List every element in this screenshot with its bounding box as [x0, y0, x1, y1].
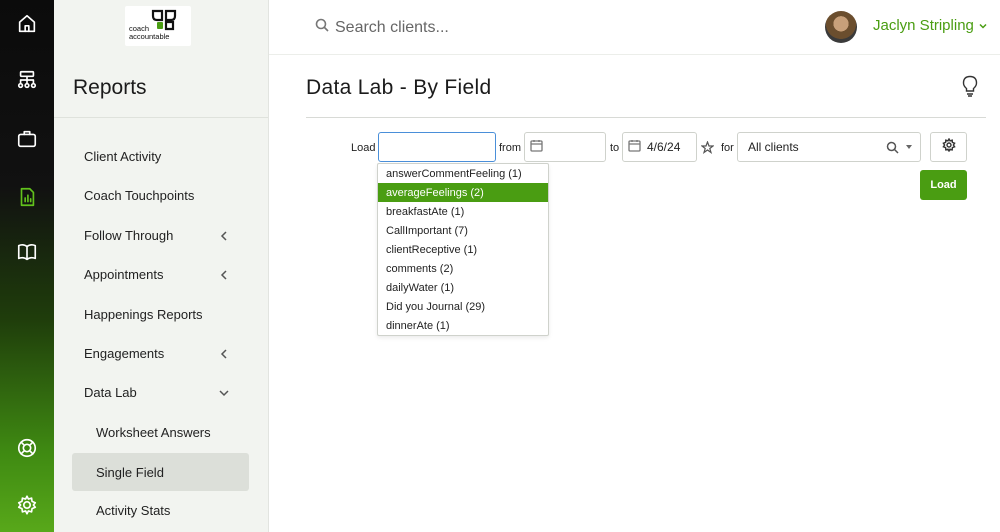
- sidebar-item-label: Engagements: [84, 345, 165, 361]
- sidebar-item-happenings-reports[interactable]: Happenings Reports: [54, 295, 268, 333]
- client-select[interactable]: All clients: [737, 132, 921, 162]
- calendar-icon: [628, 139, 641, 155]
- load-label: Load: [351, 142, 376, 154]
- lightbulb-icon[interactable]: [961, 75, 979, 97]
- sidebar-item-label: Coach Touchpoints: [84, 187, 195, 203]
- org-chart-icon[interactable]: [0, 62, 54, 98]
- reports-icon[interactable]: [0, 179, 54, 215]
- star-icon[interactable]: [697, 132, 717, 162]
- sidebar-item-label: Single Field: [96, 464, 164, 480]
- user-name: Jaclyn Stripling: [873, 17, 974, 34]
- search-icon: [886, 141, 899, 154]
- sidebar-item-client-activity[interactable]: Client Activity: [54, 137, 268, 175]
- chevron-down-icon: [219, 386, 229, 397]
- search-input[interactable]: Search clients...: [335, 19, 449, 37]
- briefcase-icon[interactable]: [0, 121, 54, 157]
- page-title: Data Lab - By Field: [306, 76, 492, 99]
- sidebar-item-label: Data Lab: [84, 384, 137, 400]
- sidebar-item-activity-stats[interactable]: Activity Stats: [54, 491, 268, 529]
- sidebar-item-label: Follow Through: [84, 227, 174, 243]
- dropdown-option[interactable]: dailyWater (1): [378, 278, 548, 297]
- sidebar-item-appointments[interactable]: Appointments: [54, 255, 268, 293]
- sidebar-item-worksheet-answers[interactable]: Worksheet Answers: [54, 413, 268, 451]
- dropdown-option-highlighted[interactable]: averageFeelings (2): [378, 183, 548, 202]
- divider: [54, 117, 268, 118]
- load-button[interactable]: Load: [920, 170, 967, 200]
- settings-gear-icon[interactable]: [0, 487, 54, 523]
- sidebar-item-follow-through[interactable]: Follow Through: [54, 216, 268, 254]
- sidebar-item-engagements[interactable]: Engagements: [54, 334, 268, 372]
- coach-accountable-logo[interactable]: coach accountable: [125, 6, 191, 46]
- icon-rail: [0, 0, 54, 532]
- dropdown-option[interactable]: CallImportant (7): [378, 221, 548, 240]
- caret-down-icon: [906, 145, 912, 149]
- sidebar-item-label: Worksheet Answers: [96, 424, 211, 440]
- dropdown-option[interactable]: comments (2): [378, 259, 548, 278]
- field-options-dropdown: answerCommentFeeling (1) averageFeelings…: [377, 163, 549, 336]
- user-menu[interactable]: Jaclyn Stripling: [873, 17, 987, 34]
- sidebar-item-coach-touchpoints[interactable]: Coach Touchpoints: [54, 176, 268, 214]
- to-label: to: [610, 142, 620, 154]
- search-icon: [315, 18, 329, 37]
- sidebar-item-label: Activity Stats: [96, 502, 171, 518]
- for-label: for: [721, 142, 734, 154]
- chevron-left-icon: [219, 347, 229, 359]
- dropdown-option[interactable]: clientReceptive (1): [378, 240, 548, 259]
- from-label: from: [499, 142, 521, 154]
- chevron-down-icon: [979, 17, 987, 34]
- chevron-left-icon: [219, 268, 229, 280]
- from-date-field[interactable]: [524, 132, 606, 162]
- top-bar: Search clients... Jaclyn Stripling: [269, 0, 1000, 55]
- calendar-icon: [530, 139, 543, 155]
- to-date-field[interactable]: 4/6/24: [622, 132, 697, 162]
- reports-sidebar: coach accountable Reports Client Activity…: [54, 0, 269, 532]
- field-input[interactable]: [378, 132, 496, 162]
- dropdown-option[interactable]: dinnerAte (1): [378, 316, 548, 335]
- sidebar-title: Reports: [73, 76, 147, 99]
- sidebar-item-data-lab[interactable]: Data Lab: [54, 373, 268, 411]
- sidebar-item-label: Client Activity: [84, 148, 162, 164]
- divider: [306, 117, 986, 118]
- dropdown-option[interactable]: answerCommentFeeling (1): [378, 164, 548, 183]
- book-icon[interactable]: [0, 234, 54, 270]
- dropdown-option[interactable]: Did you Journal (29): [378, 297, 548, 316]
- sidebar-item-label: Happenings Reports: [84, 306, 203, 322]
- client-select-value: All clients: [748, 140, 799, 154]
- to-date-value: 4/6/24: [647, 140, 681, 154]
- home-icon[interactable]: [0, 6, 54, 42]
- options-gear-button[interactable]: [930, 132, 967, 162]
- logo-text: coach accountable: [129, 24, 170, 41]
- sidebar-item-single-field[interactable]: Single Field: [72, 453, 249, 491]
- gear-icon: [941, 137, 956, 157]
- support-lifebuoy-icon[interactable]: [0, 430, 54, 466]
- chevron-left-icon: [219, 229, 229, 241]
- dropdown-option[interactable]: breakfastAte (1): [378, 202, 548, 221]
- client-search[interactable]: Search clients...: [315, 18, 449, 37]
- avatar[interactable]: [825, 11, 857, 43]
- sidebar-item-label: Appointments: [84, 266, 164, 282]
